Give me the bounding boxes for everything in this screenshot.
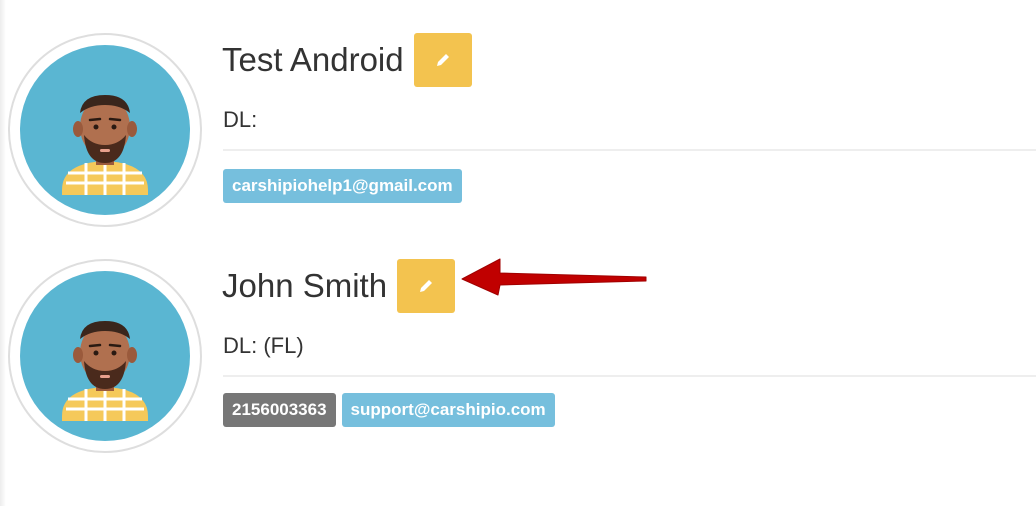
contact-name: John Smith bbox=[222, 267, 388, 304]
edit-button[interactable] bbox=[397, 259, 456, 313]
contact-badges: carshipiohelp1@gmail.com bbox=[223, 169, 468, 203]
man-avatar-icon bbox=[20, 271, 190, 441]
drivers-license: DL: bbox=[223, 107, 258, 132]
red-arrow-annotation bbox=[461, 258, 647, 296]
avatar bbox=[8, 33, 202, 227]
divider bbox=[223, 375, 1036, 377]
contact-badges: 2156003363 support@carshipio.com bbox=[223, 393, 561, 427]
contact-card: Test Android DL: carshipiohelp1@gmail.co… bbox=[0, 33, 1036, 259]
divider bbox=[223, 149, 1036, 151]
name-row: John Smith bbox=[222, 259, 456, 313]
contact-name: Test Android bbox=[222, 41, 404, 78]
pencil-icon bbox=[436, 54, 449, 66]
email-badge[interactable]: carshipiohelp1@gmail.com bbox=[223, 169, 462, 203]
phone-badge[interactable]: 2156003363 bbox=[223, 393, 336, 427]
avatar bbox=[8, 259, 202, 453]
man-avatar-icon bbox=[20, 45, 190, 215]
name-row: Test Android bbox=[222, 33, 472, 87]
edit-button[interactable] bbox=[413, 33, 472, 87]
email-badge[interactable]: support@carshipio.com bbox=[341, 393, 555, 427]
drivers-license: DL: (FL) bbox=[223, 333, 304, 358]
pencil-icon bbox=[420, 280, 433, 292]
